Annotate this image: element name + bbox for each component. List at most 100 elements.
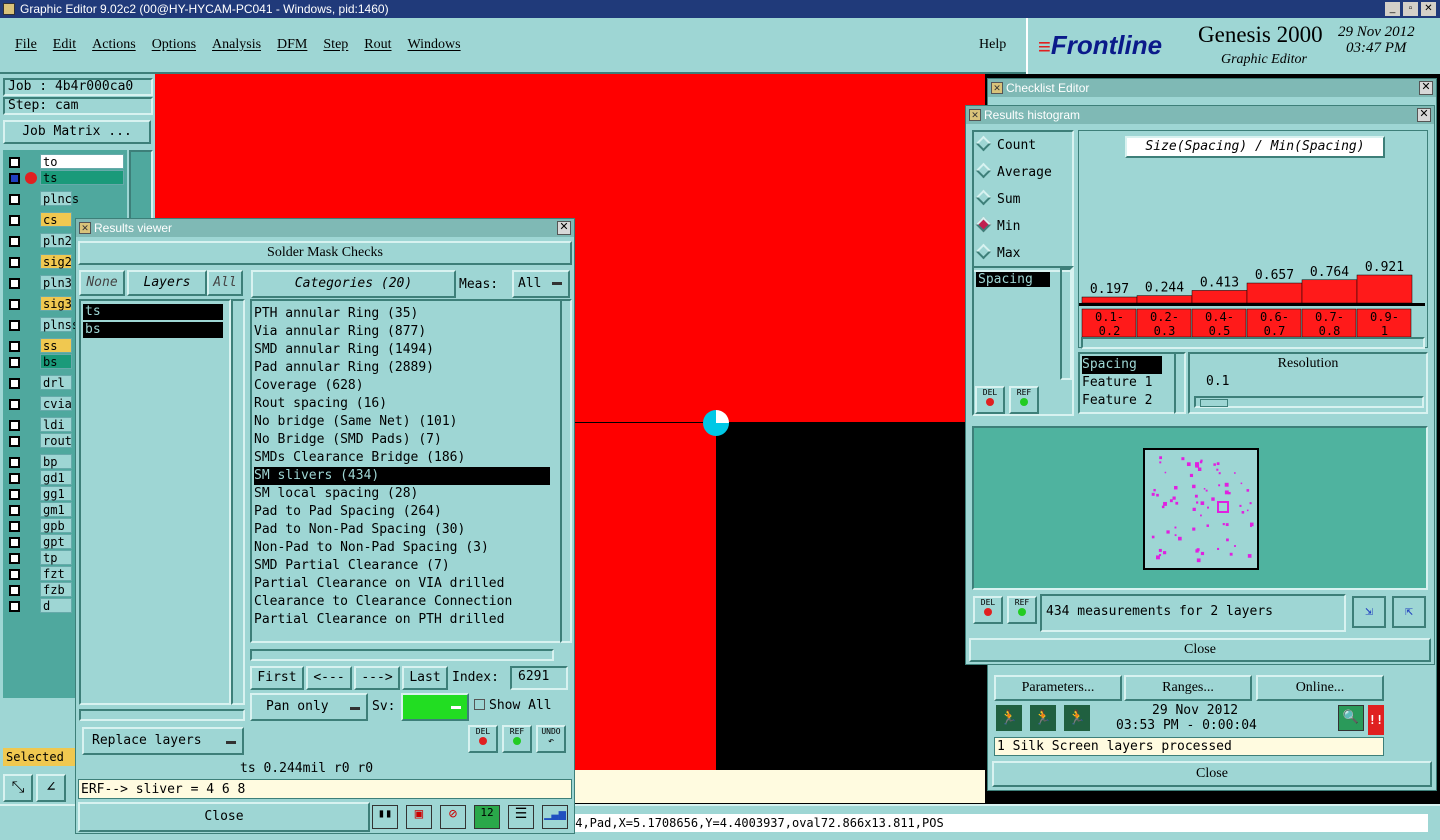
category-item[interactable]: SM local spacing (28) (254, 485, 558, 503)
layer-checkbox[interactable] (9, 194, 20, 205)
histogram-icon[interactable]: ▁▃▅ (542, 805, 568, 829)
layer-checkbox[interactable] (9, 378, 20, 389)
sv-color-dropdown[interactable] (401, 693, 469, 721)
rv-layer-item[interactable]: bs (83, 322, 223, 338)
category-item[interactable]: Rout spacing (16) (254, 395, 558, 413)
run-icon-2[interactable]: 🏃 (1030, 705, 1056, 731)
category-item[interactable]: PTH annular Ring (35) (254, 305, 558, 323)
hist-hscroll[interactable] (1081, 337, 1425, 349)
ref-button[interactable]: REF (502, 725, 532, 753)
layer-name[interactable]: fzb (40, 582, 72, 597)
layer-name[interactable]: ldi (40, 417, 72, 432)
first-button[interactable]: First (250, 666, 304, 690)
none-button[interactable]: None (79, 270, 125, 296)
layer-listbox-scrollbar[interactable] (231, 299, 245, 705)
pan-only-dropdown[interactable]: Pan only (250, 693, 368, 721)
resolution-slider[interactable] (1194, 396, 1424, 408)
layer-checkbox[interactable] (9, 505, 20, 516)
rv-layer-item[interactable]: ts (83, 304, 223, 320)
layer-checkbox[interactable] (9, 537, 20, 548)
layer-checkbox[interactable] (9, 473, 20, 484)
attr-item[interactable]: Feature 1 (1082, 374, 1172, 392)
layer-checkbox[interactable] (9, 357, 20, 368)
hist-option-average[interactable]: Average (975, 162, 1072, 190)
meas-dropdown[interactable]: All (512, 270, 570, 298)
layer-name[interactable]: gg1 (40, 486, 72, 501)
slider-thumb[interactable] (1200, 399, 1228, 407)
checklist-close-button[interactable]: Close (992, 761, 1432, 787)
layer-checkbox[interactable] (9, 489, 20, 500)
close-icon[interactable]: ✕ (1421, 2, 1436, 16)
layer-checkbox[interactable] (9, 157, 20, 168)
close-icon[interactable]: ✕ (1419, 81, 1433, 95)
hist-bar[interactable] (1191, 290, 1248, 304)
run-icon-3[interactable]: 🏃 (1064, 705, 1090, 731)
attr-item[interactable]: Feature 2 (1082, 392, 1172, 410)
layer-checkbox[interactable] (9, 278, 20, 289)
layer-checkbox[interactable] (9, 457, 20, 468)
undo-button[interactable]: UNDO ↶ (536, 725, 566, 753)
attr-list[interactable]: Spacing Feature 1 Feature 2 (1078, 352, 1176, 414)
zoom-icon[interactable]: 🔍 (1338, 705, 1364, 731)
layer-name[interactable]: to (40, 154, 124, 169)
category-item[interactable]: Partial Clearance on PTH drilled (254, 611, 558, 629)
layer-name[interactable]: gm1 (40, 502, 72, 517)
menu-edit[interactable]: Edit (53, 37, 76, 52)
category-item[interactable]: Non-Pad to Non-Pad Spacing (3) (254, 539, 558, 557)
category-item[interactable]: SM slivers (434) (254, 467, 550, 485)
layer-row-plncs[interactable]: plncs (6, 191, 124, 207)
layer-row-ts[interactable]: ts (6, 170, 124, 186)
layer-checkbox[interactable] (9, 299, 20, 310)
layer-row-to[interactable]: to (6, 154, 124, 170)
categories-button[interactable]: Categories (20) (251, 270, 456, 298)
category-item[interactable]: Clearance to Clearance Connection (254, 593, 558, 611)
hist-option-sum[interactable]: Sum (975, 189, 1072, 217)
menu-file[interactable]: File (15, 37, 37, 52)
hist-del-button[interactable]: DEL (975, 386, 1005, 414)
rv-close-button[interactable]: Close (78, 802, 370, 832)
layer-name[interactable]: bp (40, 454, 72, 469)
monitor-icon[interactable]: ▣ (406, 805, 432, 829)
prev-button[interactable]: <--- (306, 666, 352, 690)
layers-tab[interactable]: Layers (127, 270, 207, 296)
next-button[interactable]: ---> (354, 666, 400, 690)
layer-name[interactable]: gpb (40, 518, 72, 533)
hist-list-scrollbar[interactable] (1060, 268, 1072, 380)
run-icon-1[interactable]: 🏃 (996, 705, 1022, 731)
replace-layers-dropdown[interactable]: Replace layers (82, 727, 244, 755)
layer-name[interactable]: drl (40, 375, 72, 390)
layer-name[interactable]: sig3 (40, 296, 72, 311)
layer-name[interactable]: plncs (40, 191, 79, 206)
layer-checkbox[interactable] (9, 521, 20, 532)
menu-windows[interactable]: Windows (408, 37, 461, 52)
job-matrix-button[interactable]: Job Matrix ... (3, 120, 151, 144)
layer-checkbox[interactable] (9, 601, 20, 612)
menu-rout[interactable]: Rout (364, 37, 391, 52)
layer-checkbox[interactable] (9, 585, 20, 596)
category-item[interactable]: SMD annular Ring (1494) (254, 341, 558, 359)
layer-name[interactable]: d (40, 598, 72, 613)
hist-close-button[interactable]: Close (969, 638, 1431, 662)
layer-name[interactable]: pln3 (40, 275, 72, 290)
all-button[interactable]: All (207, 270, 243, 296)
layer-name[interactable]: tp (40, 550, 72, 565)
layer-name[interactable]: cs (40, 212, 72, 227)
layer-checkbox[interactable] (9, 236, 20, 247)
online-button[interactable]: Online... (1256, 675, 1384, 701)
board-preview[interactable] (1143, 448, 1259, 570)
parameters-button[interactable]: Parameters... (994, 675, 1122, 701)
minimize-icon[interactable]: _ (1385, 2, 1400, 16)
layer-checkbox[interactable] (9, 173, 20, 184)
layer-name[interactable]: ss (40, 338, 72, 353)
hist-list-item[interactable]: Spacing (976, 272, 1050, 287)
layer-name[interactable]: pln2 (40, 233, 72, 248)
menu-options[interactable]: Options (152, 37, 196, 52)
layer-name[interactable]: gd1 (40, 470, 72, 485)
category-listbox[interactable]: PTH annular Ring (35) Via annular Ring (8… (250, 299, 562, 643)
preview-del-button[interactable]: DEL (973, 596, 1003, 624)
help-menu[interactable]: Help (979, 37, 1006, 53)
close-icon[interactable]: ✕ (557, 221, 571, 235)
menu-analysis[interactable]: Analysis (212, 37, 261, 52)
layer-listbox-hscroll[interactable] (79, 709, 245, 721)
layer-listbox[interactable]: ts bs (79, 299, 231, 705)
